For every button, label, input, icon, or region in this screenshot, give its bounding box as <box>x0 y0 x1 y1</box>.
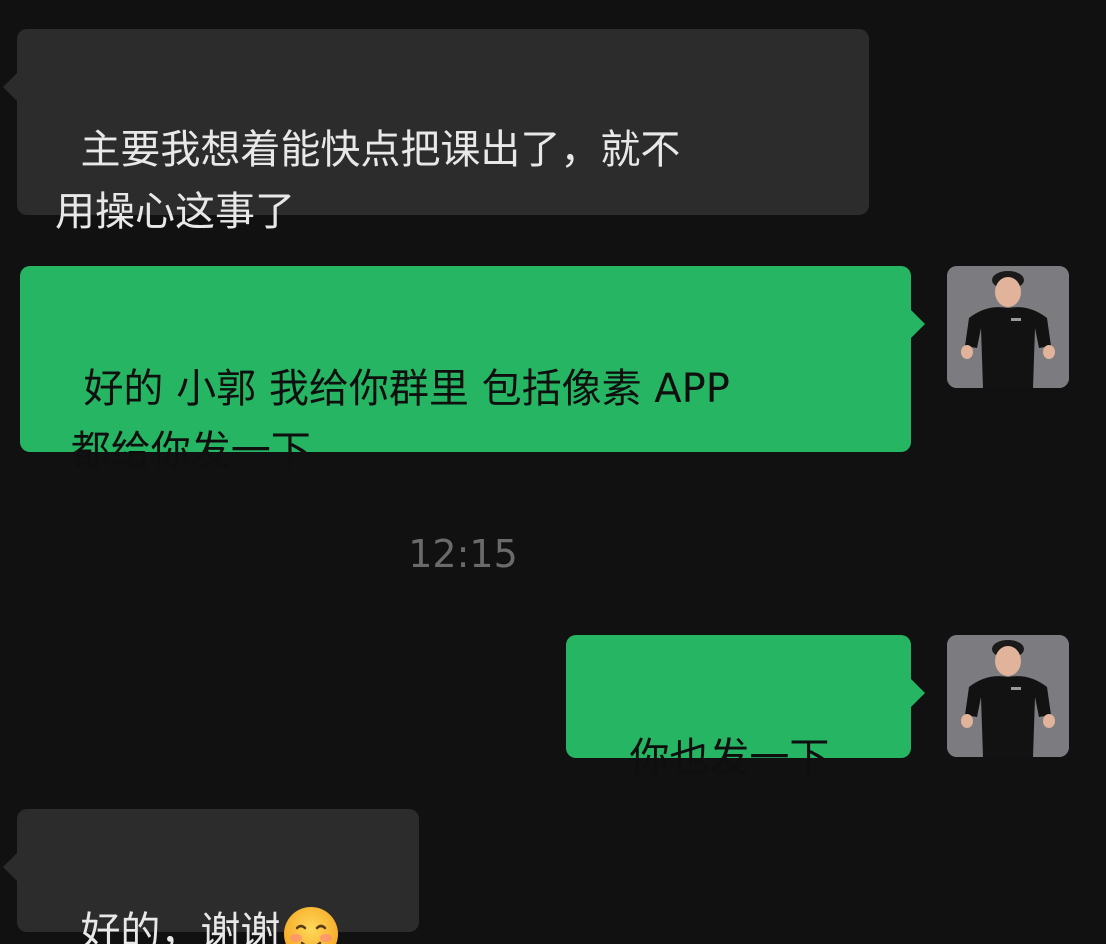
user-avatar[interactable] <box>947 266 1069 388</box>
message-text: 主要我想着能快点把课出了，就不 用操心这事了 <box>55 127 681 235</box>
user-avatar[interactable] <box>947 635 1069 757</box>
message-bubble-outgoing[interactable]: 你也发一下 <box>566 635 925 781</box>
message-bubble-incoming[interactable]: 主要我想着能快点把课出了，就不 用操心这事了 <box>3 29 869 235</box>
user-avatar-icon <box>947 635 1069 757</box>
timestamp: 12:15 <box>408 532 518 576</box>
user-avatar-icon <box>947 266 1069 388</box>
message-bubble-outgoing[interactable]: 好的 小郭 我给你群里 包括像素 APP 都给你发一下 <box>20 266 925 474</box>
message-text: 好的 小郭 我给你群里 包括像素 APP 都给你发一下 <box>70 366 730 474</box>
message-text: 好的，谢谢 <box>80 909 281 944</box>
smiling-face-emoji <box>284 907 339 944</box>
message-bubble-incoming[interactable]: 好的，谢谢 <box>3 809 419 944</box>
message-text: 你也发一下 <box>629 735 830 781</box>
